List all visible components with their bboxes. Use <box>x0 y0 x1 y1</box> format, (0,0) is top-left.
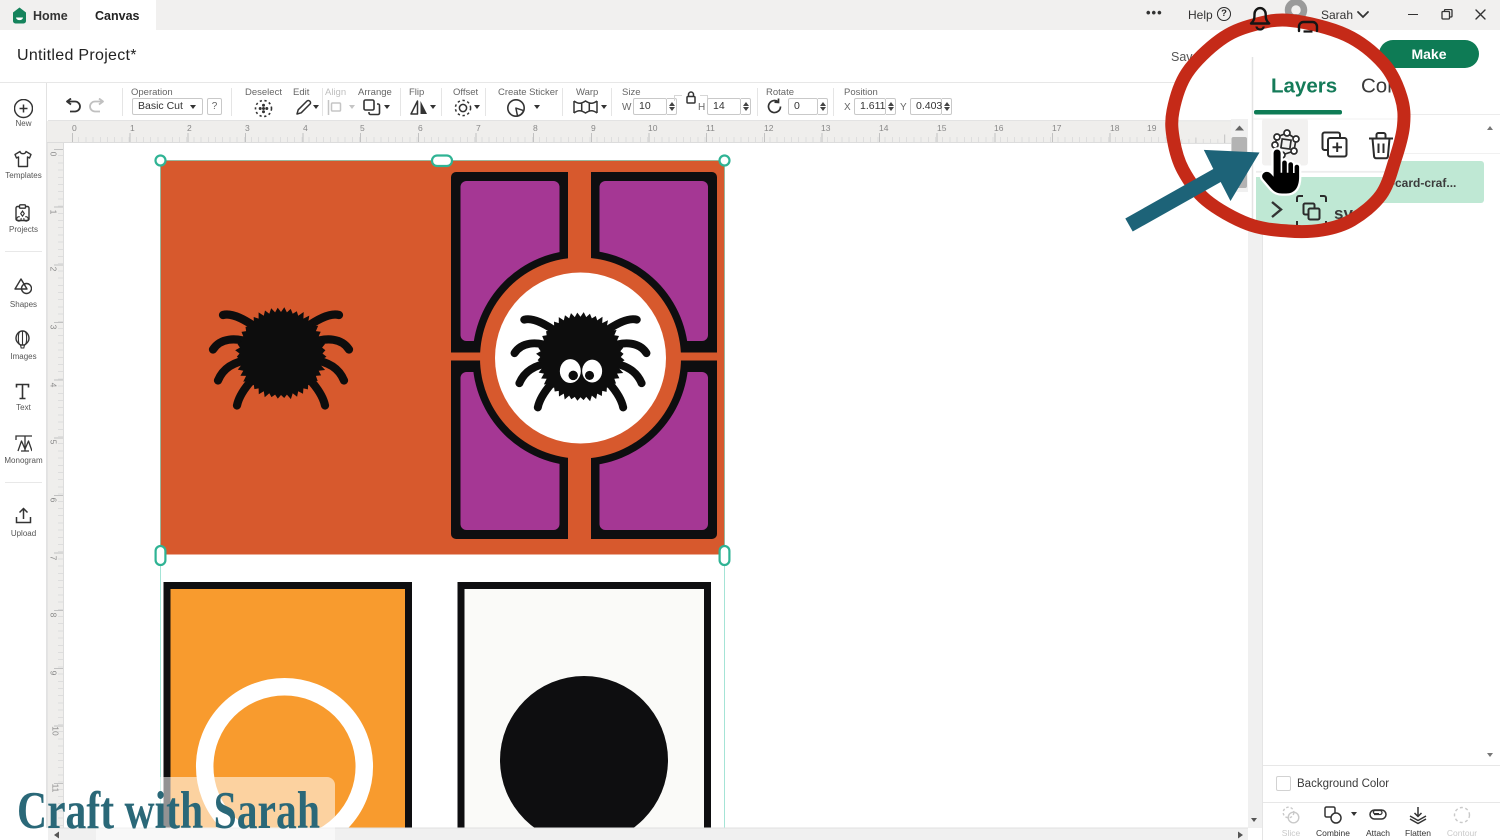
svg-text:Craft with Sarah: Craft with Sarah <box>17 782 320 840</box>
svg-text:Layers: Layers <box>1271 75 1337 98</box>
